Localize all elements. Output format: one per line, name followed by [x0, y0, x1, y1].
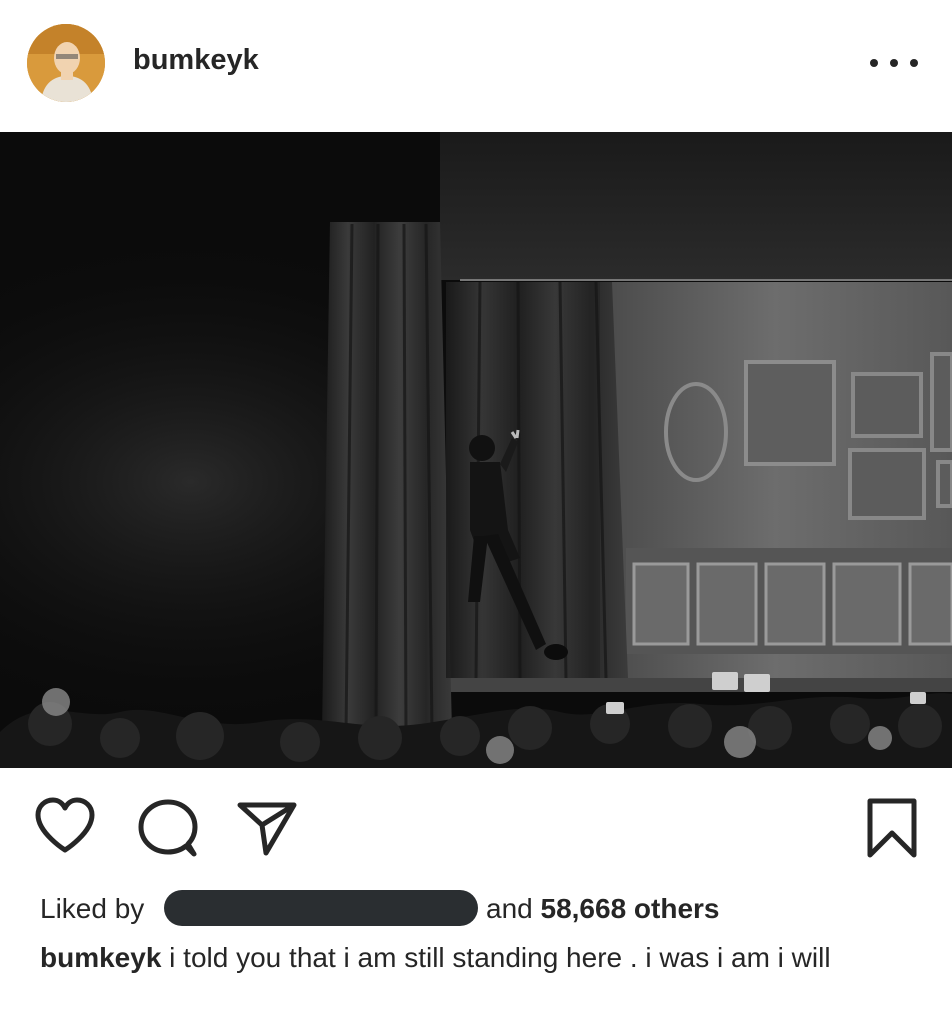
redacted-username [164, 890, 478, 926]
likes-count-text: 58,668 others [540, 893, 720, 924]
more-dot [870, 59, 878, 67]
post-header: bumkeyk [0, 0, 952, 132]
like-button[interactable] [34, 797, 96, 860]
likes-count[interactable]: and 58,668 others [486, 889, 720, 929]
caption-username[interactable]: bumkeyk [40, 942, 161, 973]
post-photo[interactable] [0, 132, 952, 768]
liked-by-label: Liked by [40, 893, 145, 924]
save-button[interactable] [866, 797, 918, 864]
concert-stage-photo [0, 132, 952, 768]
post-caption: bumkeyk i told you that i am still stand… [40, 940, 920, 976]
caption-text: i told you that i am still standing here… [161, 942, 831, 973]
more-dot [910, 59, 918, 67]
bookmark-icon [867, 798, 917, 858]
more-options-button[interactable] [870, 48, 918, 78]
avatar-image [27, 24, 105, 102]
post-username[interactable]: bumkeyk [133, 44, 259, 77]
likes-row: Liked by and 58,668 others [40, 889, 920, 929]
post-actions-bar [0, 795, 952, 865]
heart-icon [35, 797, 95, 853]
comment-icon [138, 799, 198, 857]
share-button[interactable] [236, 799, 298, 862]
comment-button[interactable] [137, 798, 199, 863]
more-dot [890, 59, 898, 67]
avatar[interactable] [27, 24, 105, 102]
likes-and-text: and [486, 893, 533, 924]
direct-send-icon [237, 802, 297, 856]
